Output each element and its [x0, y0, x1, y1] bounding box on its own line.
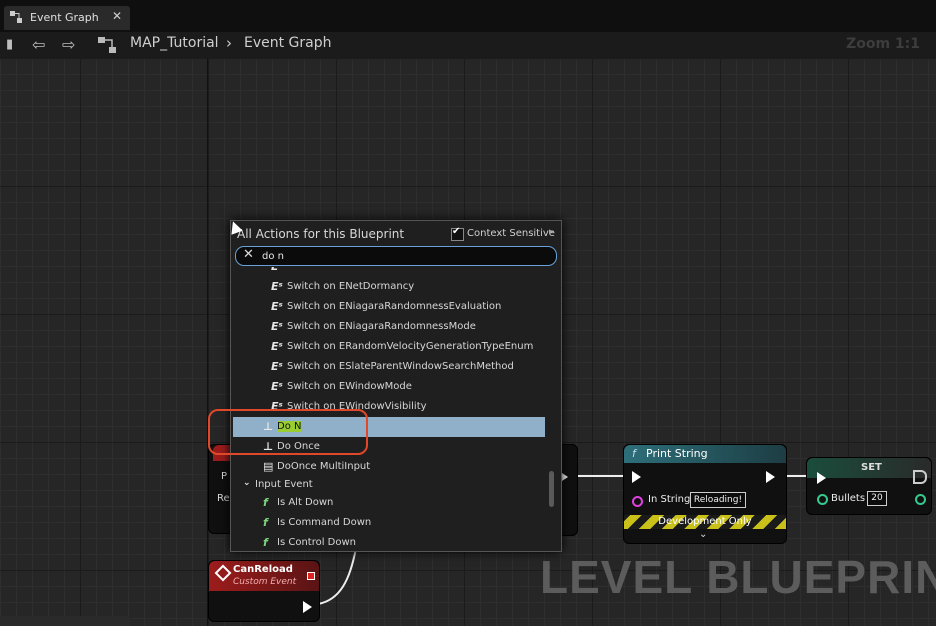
- action-list[interactable]: Eˢ Eˢ Switch on ENetDormancy Eˢ Switch o…: [233, 267, 549, 549]
- category-row[interactable]: ⌄ Input Event: [233, 475, 545, 495]
- list-item-label: Is Command Down: [277, 517, 372, 528]
- list-item[interactable]: Eˢ Switch on ENiagaraRandomnessEvaluatio…: [233, 297, 545, 317]
- list-item[interactable]: Eˢ Switch on EWindowMode: [233, 377, 545, 397]
- checkmark-icon: ✔: [452, 226, 461, 237]
- function-icon: f: [263, 516, 268, 529]
- function-icon: f: [632, 447, 636, 460]
- list-item[interactable]: Eˢ Switch on ENetDormancy: [233, 277, 545, 297]
- action-menu[interactable]: All Actions for this Blueprint ✔ Context…: [230, 220, 562, 552]
- list-item[interactable]: f Is Control Down: [233, 533, 545, 549]
- list-item-label: Switch on ENetDormancy: [287, 281, 415, 292]
- string-pin[interactable]: [632, 496, 643, 507]
- switch-enum-icon: Eˢ: [271, 340, 283, 353]
- print-string-node[interactable]: f Print String In String Reloading! Deve…: [623, 444, 787, 544]
- macro-icon: ▤: [263, 460, 274, 473]
- exec-out-pin[interactable]: [913, 470, 927, 484]
- list-item[interactable]: f Is Alt Down: [233, 493, 545, 513]
- partial-label: Re: [217, 493, 230, 504]
- switch-enum-icon: Eˢ: [271, 280, 283, 293]
- delegate-pin[interactable]: [307, 572, 315, 580]
- node-title: CanReload: [233, 564, 293, 575]
- list-item-label: Switch on ESlateParentWindowSearchMethod: [287, 361, 514, 372]
- exec-in-pin[interactable]: [817, 472, 826, 484]
- switch-enum-icon: Eˢ: [271, 267, 283, 273]
- pin-label: In String: [648, 494, 691, 505]
- list-item-label: Is Alt Down: [277, 497, 334, 508]
- string-value-field[interactable]: Reloading!: [690, 492, 746, 508]
- list-item-label: Switch on ENiagaraRandomnessMode: [287, 321, 476, 332]
- function-icon: f: [263, 496, 268, 509]
- annotation-highlight: [208, 409, 368, 455]
- switch-enum-icon: Eˢ: [271, 320, 283, 333]
- category-label: Input Event: [255, 479, 313, 490]
- list-item[interactable]: Eˢ Switch on ERandomVelocityGenerationTy…: [233, 337, 545, 357]
- list-item-label: Switch on ERandomVelocityGenerationTypeE…: [287, 341, 534, 352]
- exec-out-pin[interactable]: [766, 471, 775, 483]
- set-node[interactable]: SET Bullets 20: [806, 457, 932, 515]
- node-subtitle: Custom Event: [233, 577, 297, 587]
- search-box[interactable]: ✕: [235, 246, 557, 266]
- details-tab[interactable]: [0, 616, 130, 626]
- chevron-down-icon[interactable]: ⌄: [699, 529, 707, 540]
- switch-enum-icon: Eˢ: [271, 300, 283, 313]
- list-item-label: Switch on EWindowMode: [287, 381, 412, 392]
- can-reload-event-node[interactable]: CanReload Custom Event: [208, 560, 320, 622]
- integer-value-field[interactable]: 20: [867, 491, 887, 506]
- pin-label: Bullets: [831, 493, 866, 504]
- dev-only-label: Development Only: [658, 516, 752, 527]
- scrollbar-thumb[interactable]: [549, 471, 554, 507]
- node-title: SET: [861, 462, 882, 473]
- node-title: Print String: [646, 447, 708, 460]
- list-item[interactable]: Eˢ Switch on ENiagaraRandomnessMode: [233, 317, 545, 337]
- list-item-label: Is Control Down: [277, 537, 356, 548]
- level-blueprint-watermark: LEVEL BLUEPRINT: [540, 551, 936, 603]
- menu-title: All Actions for this Blueprint: [237, 227, 405, 241]
- chevron-right-icon[interactable]: ▸: [549, 227, 554, 237]
- exec-out-pin[interactable]: [303, 601, 312, 613]
- list-item-label: DoOnce MultiInput: [277, 461, 371, 472]
- list-item[interactable]: ▤ DoOnce MultiInput: [233, 457, 545, 477]
- switch-enum-icon: Eˢ: [271, 360, 283, 373]
- partial-label: P: [221, 471, 228, 482]
- exec-in-pin[interactable]: [632, 471, 641, 483]
- clear-icon[interactable]: ✕: [243, 247, 254, 262]
- list-item[interactable]: f Is Command Down: [233, 513, 545, 533]
- search-input[interactable]: [262, 249, 542, 263]
- list-item-label: Switch on ENiagaraRandomnessEvaluation: [287, 301, 502, 312]
- function-icon: f: [263, 536, 268, 549]
- list-item[interactable]: Eˢ: [233, 267, 545, 277]
- chevron-down-icon[interactable]: ⌄: [243, 478, 251, 488]
- exec-wire: [317, 547, 357, 605]
- context-sensitive-label[interactable]: Context Sensitive: [467, 228, 555, 239]
- integer-out-pin[interactable]: [915, 494, 926, 505]
- switch-enum-icon: Eˢ: [271, 380, 283, 393]
- list-item[interactable]: Eˢ Switch on ESlateParentWindowSearchMet…: [233, 357, 545, 377]
- integer-pin[interactable]: [817, 494, 828, 505]
